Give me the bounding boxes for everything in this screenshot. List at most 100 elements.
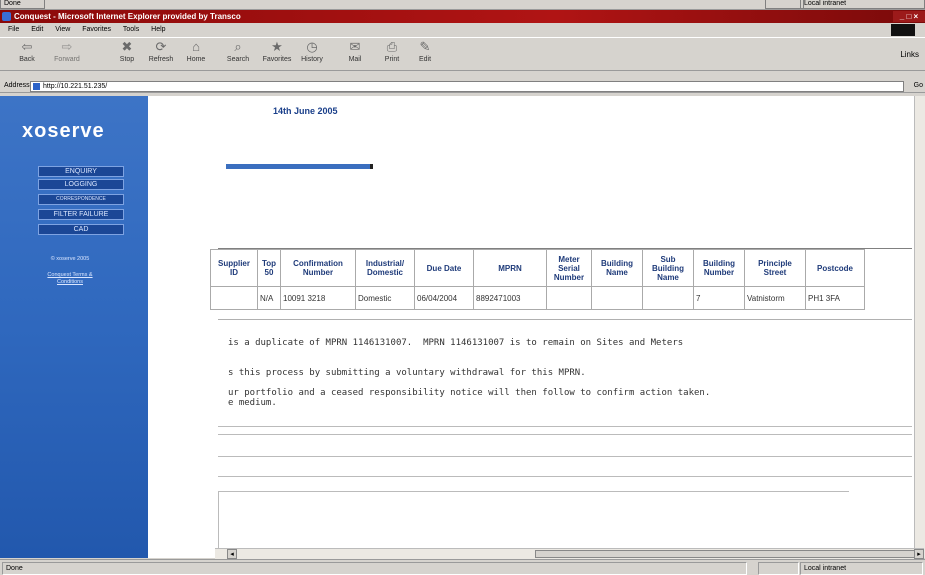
scroll-left-arrow-icon[interactable]: ◂ [227,549,237,559]
window-controls[interactable]: _ □ × [893,11,925,22]
address-url: http://10.221.51.235/ [43,83,108,90]
col-building-number: Building Number [693,249,745,287]
edit-icon: ✎ [419,39,431,54]
edit-button[interactable]: ✎ Edit [410,39,440,64]
menu-view[interactable]: View [55,26,70,33]
print-icon: ⎙ [386,39,398,54]
results-table-wrapper: Supplier ID Top 50 Confirmation Number I… [210,248,912,320]
col-confirmation-number: Confirmation Number [280,249,356,287]
col-building-name: Building Name [591,249,643,287]
history-icon: ◷ [306,39,318,54]
address-label: Address [4,82,30,89]
table-row[interactable]: N/A 10091 3218 Domestic 06/04/2004 88924… [210,286,865,310]
col-principle-street: Principle Street [744,249,806,287]
top-status-bar: Done Local intranet [0,0,925,10]
message-line-1: is a duplicate of MPRN 1146131007. MPRN … [228,338,684,348]
col-mprn: MPRN [473,249,547,287]
divider [218,426,912,427]
scroll-thumb[interactable] [535,550,915,558]
nav-logging[interactable]: LOGGING [38,179,124,190]
back-label: Back [19,56,35,63]
menu-tools[interactable]: Tools [123,26,139,33]
message-line-2: s this process by submitting a voluntary… [228,368,586,378]
menu-edit[interactable]: Edit [31,26,43,33]
page-icon [33,83,40,90]
nav-enquiry[interactable]: ENQUIRY [38,166,124,177]
vertical-scrollbar[interactable] [914,96,925,558]
ie-logo-icon [2,12,11,21]
cell-sub-building-name [642,286,694,310]
results-table: Supplier ID Top 50 Confirmation Number I… [210,249,865,310]
back-button[interactable]: ⇦ Back [12,39,42,64]
col-postcode: Postcode [805,249,865,287]
home-icon: ⌂ [192,39,200,54]
divider [218,434,912,435]
stop-icon: ✖ [121,39,133,54]
cell-top-50: N/A [257,286,281,310]
cell-principle-street: Vatnistorm [744,286,806,310]
terms-link[interactable]: Conquest Terms & Conditions [40,272,100,286]
refresh-button[interactable]: ⟳ Refresh [146,39,176,64]
table-header-row: Supplier ID Top 50 Confirmation Number I… [210,249,865,287]
cell-building-name [591,286,643,310]
links-button[interactable]: Links [900,50,919,59]
history-button[interactable]: ◷ History [297,39,327,64]
xoserve-logo: xoserve [22,120,105,142]
print-button[interactable]: ⎙ Print [377,39,407,64]
sidebar: xoserve ENQUIRY LOGGING CORRESPONDENCE F… [0,96,148,558]
nav-correspondence[interactable]: CORRESPONDENCE [38,194,124,205]
back-arrow-icon: ⇦ [21,39,33,54]
col-due-date: Due Date [414,249,474,287]
nav-cad[interactable]: CAD [38,224,124,235]
edit-label: Edit [418,56,432,63]
cell-mprn: 8892471003 [473,286,547,310]
favorites-label: Favorites [262,56,292,63]
col-meter-serial-number: Meter Serial Number [546,249,592,287]
history-label: History [301,56,323,63]
col-top-50: Top 50 [257,249,281,287]
divider [218,476,912,477]
refresh-label: Refresh [148,56,174,63]
top-status-cell [765,0,804,9]
stop-button[interactable]: ✖ Stop [112,39,142,64]
menu-file[interactable]: File [8,26,19,33]
refresh-icon: ⟳ [155,39,167,54]
col-sub-building-name: Sub Building Name [642,249,694,287]
mail-label: Mail [348,56,362,63]
print-label: Print [384,56,400,63]
cell-confirmation-number: 10091 3218 [280,286,356,310]
search-icon: ⌕ [234,39,242,54]
favorites-icon: ★ [271,39,283,54]
go-button[interactable]: Go [914,80,923,92]
nav-filter-failure[interactable]: FILTER FAILURE [38,209,124,220]
mail-button[interactable]: ✉ Mail [340,40,370,64]
cell-meter-serial-number [546,286,592,310]
toolbar: ⇦ Back ⇨ Forward ✖ Stop ⟳ Refresh ⌂ Home ⌕ Sea… [0,37,925,71]
address-input[interactable]: http://10.221.51.235/ [30,81,904,92]
horizontal-scrollbar[interactable]: ◂ ▸ [215,548,924,559]
col-supplier-id: Supplier ID [210,249,258,287]
divider [218,456,912,457]
scroll-right-arrow-icon[interactable]: ▸ [914,549,924,559]
home-label: Home [186,56,206,63]
page-date: 14th June 2005 [273,106,338,116]
menu-bar: File Edit View Favorites Tools Help [0,24,925,36]
favorites-button[interactable]: ★ Favorites [262,39,292,64]
window-titlebar: Conquest - Microsoft Internet Explorer p… [0,10,925,23]
message-line-4: e medium. [228,398,277,408]
main-content: 14th June 2005 Supplier ID Top 50 Confir… [148,96,914,558]
search-button[interactable]: ⌕ Search [223,39,253,64]
top-status-zone: Local intranet [800,0,925,9]
bottom-status-bar: Done Local intranet [0,559,925,575]
notes-textarea[interactable] [218,491,849,552]
menu-help[interactable]: Help [151,26,165,33]
bottom-status-zone: Local intranet [800,562,923,575]
message-line-3: ur portfolio and a ceased responsibility… [228,388,711,398]
cell-due-date: 06/04/2004 [414,286,474,310]
menu-favorites[interactable]: Favorites [82,26,111,33]
copyright-text: © xoserve 2005 [50,256,90,262]
cell-postcode: PH1 3FA [805,286,865,310]
forward-label: Forward [54,56,80,63]
forward-button[interactable]: ⇨ Forward [52,40,82,64]
home-button[interactable]: ⌂ Home [181,39,211,64]
